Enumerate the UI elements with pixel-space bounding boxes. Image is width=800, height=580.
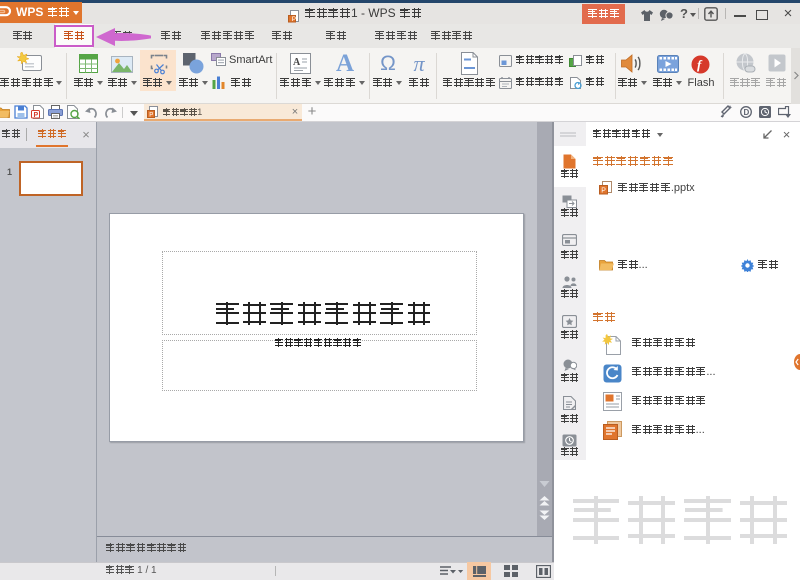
svg-text:A: A — [293, 57, 301, 68]
svg-text:P: P — [34, 112, 39, 119]
svg-text:D: D — [744, 108, 750, 117]
svg-text:P: P — [292, 16, 296, 23]
svg-text:P: P — [601, 188, 606, 195]
svg-text:P: P — [149, 113, 153, 119]
